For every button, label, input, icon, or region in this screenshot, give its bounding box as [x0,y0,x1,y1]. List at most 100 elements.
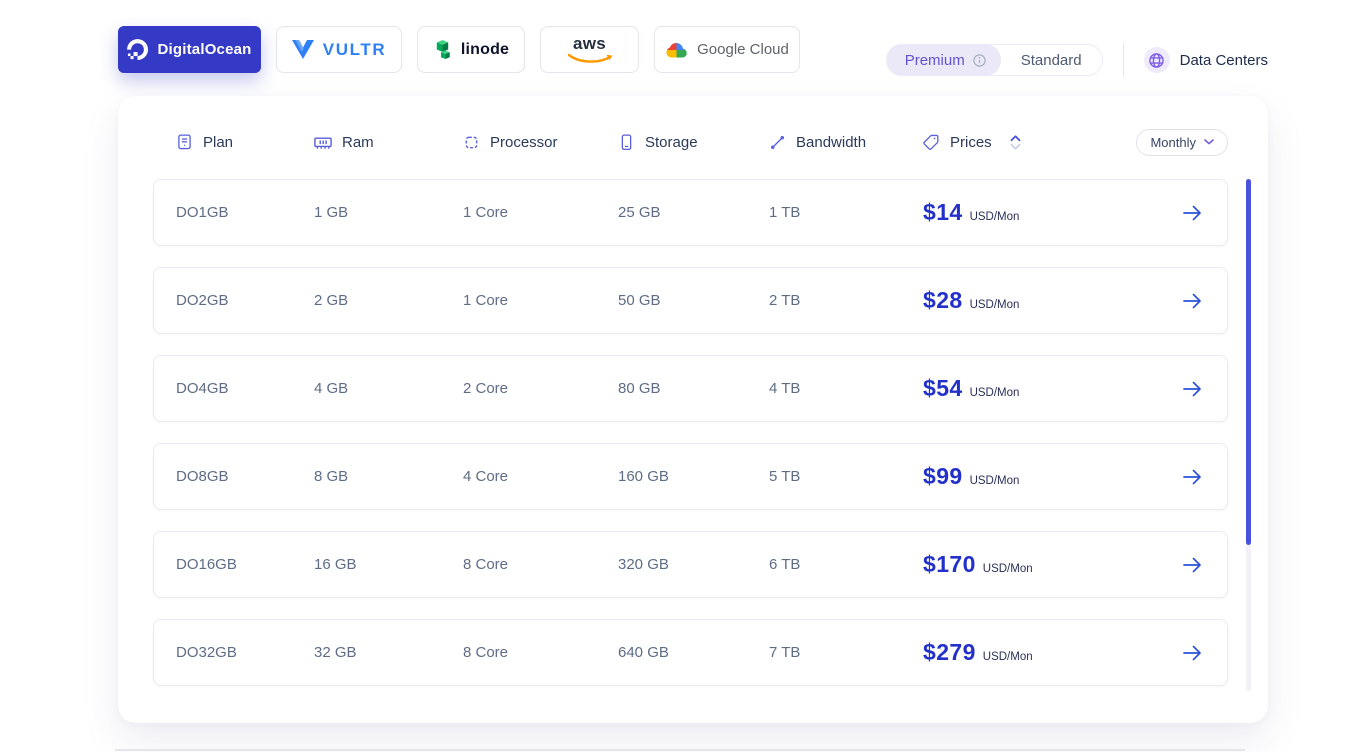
plan-name: DO2GB [176,292,229,309]
storage-icon [621,134,632,150]
price-sort-control[interactable] [1009,134,1022,151]
provider-tabs: DigitalOcean VULTR linode aws Google Clo… [118,26,800,73]
storage-value: 50 GB [618,292,661,309]
column-header-ram: Ram [313,133,462,152]
column-header-processor: Processor [462,133,617,152]
data-centers-label: Data Centers [1179,51,1268,69]
plan-type-toggle: Premium Standard [885,44,1103,76]
processor-value: 4 Core [463,468,509,485]
cpu-icon [465,136,478,148]
chevron-down-icon [1204,139,1214,145]
storage-value: 80 GB [618,380,661,397]
price: $170 USD/Mon [923,551,1181,578]
ram-value: 1 GB [314,204,349,221]
arrow-right-icon[interactable] [1181,203,1203,223]
arrow-right-icon[interactable] [1181,555,1203,575]
price: $54 USD/Mon [923,375,1181,402]
tab-vultr[interactable]: VULTR [276,26,402,73]
section-divider [115,749,1245,751]
price-unit: USD/Mon [969,211,1020,223]
arrow-right-icon[interactable] [1181,291,1203,311]
plan-row-do8gb[interactable]: DO8GB 8 GB 4 Core 160 GB 5 TB $99 USD/Mo… [153,443,1228,510]
price: $279 USD/Mon [923,639,1181,666]
plan-name: DO8GB [176,468,229,485]
ram-value: 16 GB [314,556,357,573]
ram-value: 4 GB [314,380,349,397]
storage-value: 160 GB [618,468,669,485]
plan-name: DO32GB [176,644,237,661]
tab-label: linode [460,40,510,58]
pricing-table-card: Plan Ram Processor Storage Bandwidth Pri… [118,96,1268,723]
aws-logo-icon: aws [567,35,613,64]
ram-icon [314,137,332,149]
price: $28 USD/Mon [923,287,1181,314]
toggle-standard[interactable]: Standard [1001,52,1102,69]
bandwidth-icon [771,135,784,149]
plan-row-do2gb[interactable]: DO2GB 2 GB 1 Core 50 GB 2 TB $28 USD/Mon [153,267,1228,334]
storage-value: 25 GB [618,204,661,221]
data-centers-button[interactable]: Data Centers [1143,47,1268,73]
globe-icon [1143,47,1170,73]
plan-name: DO1GB [176,204,229,221]
bandwidth-value: 4 TB [769,380,801,397]
tag-icon [923,134,939,150]
plan-row-do4gb[interactable]: DO4GB 4 GB 2 Core 80 GB 4 TB $54 USD/Mon [153,355,1228,422]
tab-label: VULTR [322,39,387,59]
header-right-cluster: Premium Standard Data Centers [885,43,1268,77]
plan-row-do1gb[interactable]: DO1GB 1 GB 1 Core 25 GB 1 TB $14 USD/Mon [153,179,1228,246]
ram-value: 2 GB [314,292,349,309]
plan-rows: DO1GB 1 GB 1 Core 25 GB 1 TB $14 USD/Mon… [153,179,1228,686]
arrow-right-icon[interactable] [1181,467,1203,487]
bandwidth-value: 6 TB [769,556,801,573]
processor-value: 1 Core [463,292,509,309]
sort-down-icon [1010,143,1021,150]
sort-up-icon [1010,134,1021,141]
premium-label: Premium [904,51,965,69]
price-unit: USD/Mon [969,299,1020,311]
price: $99 USD/Mon [923,463,1181,490]
vultr-logo-icon [291,40,314,59]
google-cloud-logo-icon [665,41,688,59]
processor-value: 8 Core [463,556,509,573]
price-value: $279 [923,639,976,665]
info-icon[interactable] [972,53,987,68]
processor-value: 1 Core [463,204,509,221]
bandwidth-value: 7 TB [769,644,801,661]
tab-google-cloud[interactable]: Google Cloud [654,26,800,73]
price-value: $28 [923,287,963,313]
tab-digitalocean[interactable]: DigitalOcean [118,26,261,73]
price: $14 USD/Mon [923,199,1181,226]
bandwidth-value: 1 TB [769,204,801,221]
plan-row-do32gb[interactable]: DO32GB 32 GB 8 Core 640 GB 7 TB $279 USD… [153,619,1228,686]
processor-value: 2 Core [463,380,509,397]
price-unit: USD/Mon [969,475,1020,487]
digitalocean-logo-icon [127,39,149,60]
price-value: $99 [923,463,963,489]
price-unit: USD/Mon [982,651,1033,663]
tab-label: DigitalOcean [157,41,252,58]
toggle-premium[interactable]: Premium [886,44,1001,76]
column-header-storage: Storage [617,133,768,152]
billing-period-dropdown[interactable]: Monthly [1136,128,1228,156]
column-header-bandwidth: Bandwidth [768,133,922,152]
ram-value: 8 GB [314,468,349,485]
billing-period-value: Monthly [1150,134,1196,150]
arrow-right-icon[interactable] [1181,379,1203,399]
plan-name: DO16GB [176,556,237,573]
tab-aws[interactable]: aws [540,26,639,73]
price-unit: USD/Mon [982,563,1033,575]
tab-label: aws [572,34,607,53]
plan-name: DO4GB [176,380,229,397]
vertical-divider [1122,43,1124,77]
table-header-row: Plan Ram Processor Storage Bandwidth Pri… [153,120,1228,164]
arrow-right-icon[interactable] [1181,643,1203,663]
column-header-plan: Plan [175,133,313,152]
ram-value: 32 GB [314,644,357,661]
server-icon [178,134,191,149]
price-value: $54 [923,375,963,401]
plan-row-do16gb[interactable]: DO16GB 16 GB 8 Core 320 GB 6 TB $170 USD… [153,531,1228,598]
price-unit: USD/Mon [969,387,1020,399]
price-value: $170 [923,551,976,577]
scrollbar-thumb[interactable] [1246,179,1251,545]
tab-linode[interactable]: linode [417,26,525,73]
